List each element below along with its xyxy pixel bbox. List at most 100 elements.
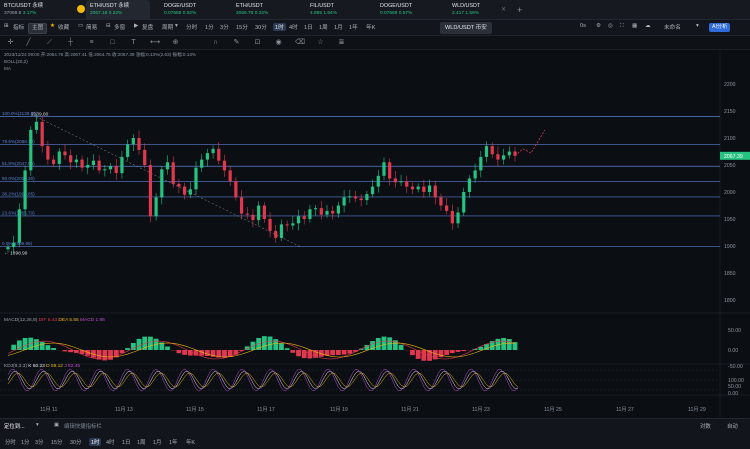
candle-body [365,194,369,201]
auto-scale-button[interactable]: 自动 [727,422,738,430]
bottom-period-1w[interactable]: 1周 [137,438,145,446]
pair-badge[interactable]: WLD/USDT 币安 [440,22,492,34]
bottom-period-timeline[interactable]: 分时 [5,438,16,446]
lock-icon[interactable]: ⊡ [253,38,262,47]
bottom-period-1mo[interactable]: 1月 [153,438,161,446]
macd-dea: DEA 5.55 [58,318,79,323]
tab-doge-usdt-2[interactable]: DOGE/USDT 0.07669 0.57% [376,0,436,20]
bottom-period-30m[interactable]: 30分 [70,438,81,446]
tab-eth-usdt[interactable]: ETH/USDT 2066.78 0.22% [232,0,292,20]
layout-name[interactable]: 未命名 [664,23,681,31]
multi-window-icon[interactable]: ⊟ [106,23,111,29]
favorite-button[interactable]: 收藏 [58,23,69,31]
tab-fil-usdt[interactable]: FIL/USDT 4.895 1.64% [306,0,362,20]
candle-body [342,197,346,206]
cloud-icon[interactable]: ☁ [645,23,651,29]
edit-shortcut-label[interactable]: 编辑快捷指标栏 [64,422,102,430]
tab-doge-usdt[interactable]: DOGE/USDT 0.07665 0.92% [160,0,220,20]
macd-histogram-bar [398,344,404,350]
simple-button[interactable]: 简易 [86,23,97,31]
candle-body [211,148,215,154]
kdj-legend: KDJ(9,3,3) K 60.23 D 59.12 J 62.45 [4,364,80,369]
period-3m[interactable]: 3分 [220,23,229,31]
layers-icon[interactable]: ≣ [337,38,346,47]
locate-button[interactable]: 定位到... [4,422,25,430]
star-icon[interactable]: ★ [50,23,55,29]
replay-button[interactable]: 复盘 [142,23,153,31]
period-yk[interactable]: 年K [366,23,375,31]
text-icon[interactable]: T [129,38,138,47]
cursor-icon[interactable]: ✛ [6,38,15,47]
period-1mo[interactable]: 1月 [334,23,343,31]
chevron-down-icon[interactable]: ▾ [696,23,699,29]
bottom-period-1h[interactable]: 1时 [89,438,102,446]
period-1d[interactable]: 1日 [304,23,313,31]
eye-icon[interactable]: ◉ [274,38,283,47]
close-icon[interactable]: ✕ [501,6,506,13]
cross-line-icon[interactable]: ┼ [66,38,75,47]
bottom-period-1y[interactable]: 1年 [169,438,177,446]
candle-body [445,205,449,211]
macd-histogram-bar [51,348,56,350]
tab-eth-usdt-perp[interactable]: ETH/USDT 永续 2067.18 0.22% [77,0,150,20]
trash-icon[interactable]: ⌫ [295,38,305,47]
ray-icon[interactable]: ⟋ [45,38,54,47]
chevron-down-icon[interactable]: ▾ [175,23,178,29]
settings-icon[interactable]: ⚙ [596,23,601,29]
candle-body [217,148,221,161]
zoom-icon[interactable]: ⊕ [171,38,180,47]
tab-btc-usdt-perp[interactable]: BTC/USDT 永续 37068.8 3.17% [0,0,72,20]
simple-icon[interactable]: ▭ [78,23,83,29]
fullscreen-icon[interactable]: ⛶ [620,23,624,30]
tab-change: 0.22% [108,11,123,16]
period-1m[interactable]: 1分 [205,23,214,31]
symbol-tab-strip: BTC/USDT 永续 37068.8 3.17% ETH/USDT 永续 20… [0,0,750,20]
snapshot-icon[interactable]: ◎ [608,23,613,29]
cycle-button[interactable]: 周期 [162,23,173,31]
add-tab-icon[interactable]: + [517,5,522,15]
bottom-period-1m[interactable]: 1分 [21,438,29,446]
star-outline-icon[interactable]: ☆ [316,38,325,47]
bottom-period-15m[interactable]: 15分 [51,438,62,446]
period-1w[interactable]: 1周 [319,23,328,31]
candle-body [450,210,454,224]
macd-histogram-bar [455,350,461,352]
bottom-period-3m[interactable]: 3分 [35,438,43,446]
main-chart-button[interactable]: 主图 [28,23,48,34]
candlestick-chart[interactable]: 100.0%(2139.60)78.6%(2088.10)61.8%(2047.… [0,50,750,430]
period-4h[interactable]: 4时 [289,23,298,31]
indicator-icon[interactable]: ⊞ [4,23,9,29]
period-1y[interactable]: 1年 [349,23,358,31]
toggle-icon[interactable]: ▣ [54,422,59,428]
replay-icon[interactable]: ▶ [134,23,138,29]
chevron-down-icon[interactable]: ▾ [36,422,39,428]
period-1h[interactable]: 1时 [273,23,286,31]
shape-icon[interactable]: □ [108,38,117,47]
brush-icon[interactable]: ✎ [232,38,241,47]
bottom-period-yk[interactable]: 年K [186,438,195,446]
period-timeline[interactable]: 分时 [186,23,197,31]
macd-value: MACD 1.86 [80,318,105,323]
period-15m[interactable]: 15分 [236,23,248,31]
macd-histogram-bar [438,350,444,358]
candle-body [376,175,380,187]
chart-toolbar: ⊞ 指标 主图 ★ 收藏 ▭ 简易 ⊟ 多窗 ▶ 复盘 周期 ▾ 分时 1分 3… [0,20,750,36]
period-30m[interactable]: 30分 [255,23,267,31]
tab-wld-usdt[interactable]: WLD/USDT 2.417 1.59% ✕ [448,0,510,20]
macd-legend: MACD(12,26,9) DIF 6.43 DEA 5.55 MACD 1.8… [4,318,105,323]
candle-body [370,186,375,195]
measure-icon[interactable]: ⟷ [150,38,160,47]
candle-body [97,160,101,171]
time-axis-label: 11月 19 [330,406,348,413]
magnet-icon[interactable]: ∩ [211,38,220,47]
multi-window-button[interactable]: 多窗 [114,23,125,31]
bottom-period-4h[interactable]: 4时 [106,438,114,446]
bottom-period-1d[interactable]: 1日 [122,438,130,446]
layout-icon[interactable]: ▦ [632,23,637,29]
ai-analysis-button[interactable]: AI分析 [709,23,731,32]
indicator-button[interactable]: 指标 [13,23,24,31]
fib-level-label: 50.0%(2019.30) [2,176,35,181]
trend-line-icon[interactable]: ╱ [24,38,33,47]
fib-icon[interactable]: ≡ [87,38,96,47]
log-scale-button[interactable]: 对数 [700,422,711,430]
